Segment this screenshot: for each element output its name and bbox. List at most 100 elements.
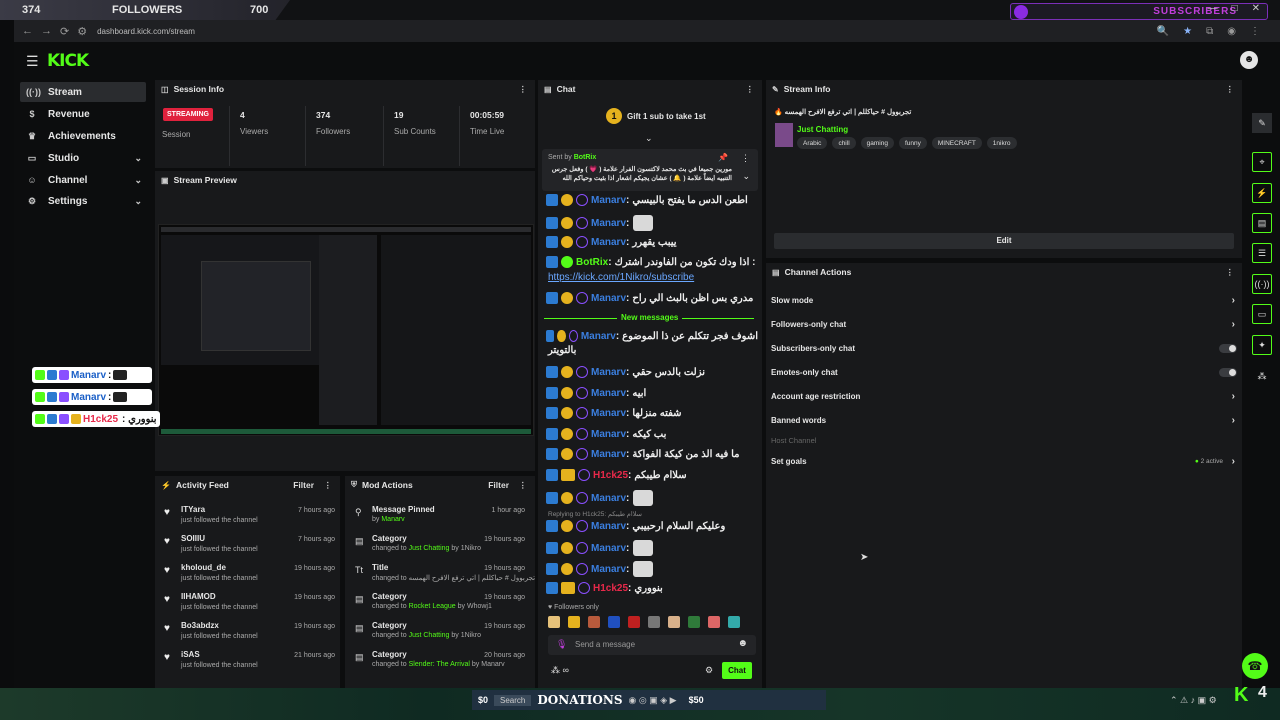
send-chat-button[interactable]: Chat — [722, 662, 752, 679]
chat-widget-icon[interactable]: ☰ — [1252, 243, 1272, 263]
collapse-icon[interactable]: ⌄ — [645, 133, 653, 144]
forward-icon[interactable]: → — [41, 25, 52, 37]
chat-message[interactable]: Manarv: — [546, 490, 758, 506]
chat-tools-icon[interactable]: ⁂ ∞ — [551, 665, 569, 676]
chat-message[interactable]: Manarv: ما فيه الذ من كيكة الفواكة — [546, 448, 758, 460]
chat-message[interactable]: Manarv: بب كيكه — [546, 428, 758, 440]
more-options-icon[interactable]: ⋮ — [1226, 267, 1235, 278]
chat-message[interactable]: BotRix: اذا ودك تكون من الفاوندر اشترك : — [546, 256, 758, 268]
edit-stream-info-button[interactable]: Edit — [774, 233, 1234, 249]
chat-username[interactable]: Manarv — [591, 543, 626, 554]
sidebar-item-settings[interactable]: ⚙ Settings ⌄ — [20, 191, 146, 211]
more-widgets-icon[interactable]: ⁂ — [1252, 366, 1272, 386]
close-window-button[interactable]: ✕ — [1252, 3, 1260, 14]
chat-username[interactable]: BotRix — [576, 257, 608, 268]
subscribers-only-toggle[interactable] — [1219, 343, 1237, 353]
stream-widget-icon[interactable]: ((·)) — [1252, 274, 1272, 294]
taskbar-search[interactable]: Search — [494, 694, 532, 706]
emotes-only-toggle[interactable] — [1219, 367, 1237, 377]
url-text[interactable]: dashboard.kick.com/stream — [97, 27, 195, 36]
chat-message[interactable]: Manarv: اشوف فجر تتكلم عن ذا الموضوع — [546, 330, 758, 342]
chat-username[interactable]: Manarv — [591, 218, 626, 229]
chat-message[interactable]: Manarv: وعليكم السلام ارحبيبي — [546, 520, 758, 532]
chat-message[interactable]: Manarv: ابيه — [546, 387, 758, 399]
category-name[interactable]: Just Chatting — [797, 125, 848, 134]
activity-item[interactable]: ♥ kholoud_de just followed the channel 19 h… — [160, 561, 340, 590]
banned-words-row[interactable]: Banned words › — [771, 408, 1241, 432]
gift-sub-text[interactable]: Gift 1 sub to take 1st — [627, 112, 706, 121]
slow-mode-row[interactable]: Slow mode › — [771, 288, 1241, 312]
back-icon[interactable]: ← — [22, 25, 33, 37]
chat-username[interactable]: Manarv — [591, 429, 626, 440]
emote-icon[interactable] — [548, 616, 560, 628]
support-chat-icon[interactable]: ☎ — [1242, 653, 1268, 679]
chat-message[interactable]: H1ck25: بنووري — [546, 582, 758, 594]
mod-action-item[interactable]: ▤ Category changed to Just Chatting by 1Ni… — [350, 619, 530, 648]
followers-only-row[interactable]: Followers-only chat › — [771, 312, 1241, 336]
chat-message[interactable]: Manarv: — [546, 561, 758, 577]
stream-preview-video[interactable] — [158, 224, 534, 436]
sidebar-item-achievements[interactable]: ♛ Achievements — [20, 126, 146, 146]
chat-message[interactable]: Manarv: — [546, 540, 758, 556]
minimize-button[interactable]: — — [1208, 3, 1218, 14]
emote-icon[interactable] — [588, 616, 600, 628]
pinned-message[interactable]: Sent by BotRix 📌 ⋮ مورين جميعا في بث محم… — [542, 149, 758, 191]
system-tray-icons[interactable]: ⌃ ⚠ ♪ ▣ ⚙ — [1170, 695, 1217, 706]
activity-item[interactable]: ♥ iSAS just followed the channel 21 hours a… — [160, 648, 340, 677]
emote-icon[interactable] — [648, 616, 660, 628]
chat-message[interactable]: Manarv: ييبب يقهرر — [546, 236, 758, 248]
more-options-icon[interactable]: ⋮ — [746, 84, 755, 95]
sidebar-item-studio[interactable]: ▭ Studio ⌄ — [20, 148, 146, 168]
app-icons[interactable]: ◉ ◎ ▣ ◈ ▶ — [629, 695, 677, 706]
set-goals-row[interactable]: Set goals ● 2 active › — [771, 449, 1241, 473]
filter-button[interactable]: Filter — [293, 480, 314, 490]
chat-message[interactable]: H1ck25: سلاام طيبكم — [546, 469, 758, 481]
tools-widget-icon[interactable]: ✦ — [1252, 335, 1272, 355]
emote-icon[interactable] — [628, 616, 640, 628]
chat-link[interactable]: https://kick.com/1Nikro/subscribe — [548, 272, 694, 283]
maximize-button[interactable]: □ — [1232, 3, 1238, 14]
kick-logo[interactable]: KICK — [47, 51, 89, 71]
mod-action-item[interactable]: ▤ Category changed to Rocket League by Who… — [350, 590, 530, 619]
hamburger-menu-icon[interactable]: ☰ — [26, 53, 39, 70]
sidebar-item-stream[interactable]: ((·)) Stream — [20, 82, 146, 102]
emote-icon[interactable] — [608, 616, 620, 628]
layout-widget-icon[interactable]: ▭ — [1252, 304, 1272, 324]
more-options-icon[interactable]: ⋮ — [519, 480, 528, 491]
activity-item[interactable]: ♥ Bo3abdzx just followed the channel 19 hou… — [160, 619, 340, 648]
emote-icon[interactable] — [568, 616, 580, 628]
activity-widget-icon[interactable]: ⚡ — [1252, 183, 1272, 203]
emote-icon[interactable] — [668, 616, 680, 628]
chat-username[interactable]: Manarv — [591, 195, 626, 206]
zoom-icon[interactable]: 🔍 — [1157, 26, 1169, 37]
chat-username[interactable]: Manarv — [591, 564, 626, 575]
chat-message[interactable]: Manarv: اطعن الدس ما يفتح بالبيسي — [546, 194, 758, 206]
chat-username[interactable]: Manarv — [591, 367, 626, 378]
mic-icon[interactable]: 🎙 — [556, 639, 567, 650]
site-info-icon[interactable]: ⚙ — [77, 25, 87, 38]
chat-username[interactable]: H1ck25 — [593, 583, 628, 594]
more-options-icon[interactable]: ⋮ — [1226, 84, 1235, 95]
notes-widget-icon[interactable]: ▤ — [1252, 213, 1272, 233]
menu-icon[interactable]: ⋮ — [1250, 26, 1260, 37]
pin-icon[interactable]: 📌 — [718, 153, 728, 162]
activity-item[interactable]: ♥ ITYara just followed the channel 7 hours … — [160, 503, 340, 532]
chat-settings-icon[interactable]: ⚙ — [705, 665, 713, 676]
chat-username[interactable]: H1ck25 — [593, 470, 628, 481]
chat-message[interactable]: Manarv: نزلت بالدس حقي — [546, 366, 758, 378]
user-avatar[interactable]: ☻ — [1240, 51, 1258, 69]
chat-input[interactable]: 🎙 Send a message ☻ — [548, 635, 756, 655]
reload-icon[interactable]: ⟳ — [60, 25, 69, 38]
sidebar-item-revenue[interactable]: $ Revenue — [20, 104, 146, 124]
mod-action-item[interactable]: ▤ Category changed to Just Chatting by 1Ni… — [350, 532, 530, 561]
account-age-row[interactable]: Account age restriction › — [771, 384, 1241, 408]
emote-icon[interactable] — [708, 616, 720, 628]
chat-username[interactable]: Manarv — [591, 408, 626, 419]
chat-username[interactable]: Manarv — [591, 449, 626, 460]
chat-username[interactable]: Manarv — [591, 237, 626, 248]
chat-username[interactable]: Manarv — [591, 521, 626, 532]
activity-item[interactable]: ♥ IIHAMOD just followed the channel 19 hour… — [160, 590, 340, 619]
mod-action-item[interactable]: ⚲ Message Pinned by Manarv 1 hour ago — [350, 503, 530, 532]
emote-icon[interactable] — [688, 616, 700, 628]
more-options-icon[interactable]: ⋮ — [324, 480, 333, 491]
